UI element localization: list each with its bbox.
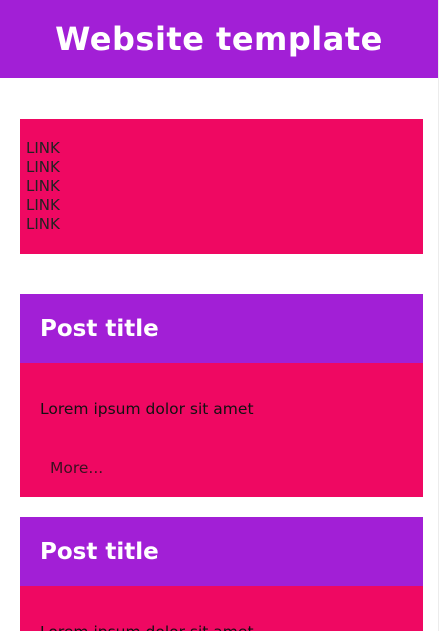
page: Website template LINK LINK LINK LINK LIN… [0,0,439,631]
post-card: Post title Lorem ipsum dolor sit amet [20,517,423,631]
nav-link-5[interactable]: LINK [26,215,423,234]
post-title: Post title [40,315,159,342]
post-excerpt: Lorem ipsum dolor sit amet [40,400,254,418]
post-body: Lorem ipsum dolor sit amet More... [20,363,423,497]
site-title: Website template [55,20,383,58]
post-title: Post title [40,538,159,565]
post-card: Post title Lorem ipsum dolor sit amet Mo… [20,294,423,497]
post-header: Post title [20,294,423,363]
post-body: Lorem ipsum dolor sit amet [20,586,423,631]
nav-link-box: LINK LINK LINK LINK LINK [20,119,423,254]
read-more-link[interactable]: More... [50,459,103,477]
site-header: Website template [0,0,438,78]
post-header: Post title [20,517,423,586]
nav-link-2[interactable]: LINK [26,158,423,177]
post-excerpt: Lorem ipsum dolor sit amet [40,623,254,631]
nav-link-3[interactable]: LINK [26,177,423,196]
nav-link-1[interactable]: LINK [26,139,423,158]
nav-link-4[interactable]: LINK [26,196,423,215]
